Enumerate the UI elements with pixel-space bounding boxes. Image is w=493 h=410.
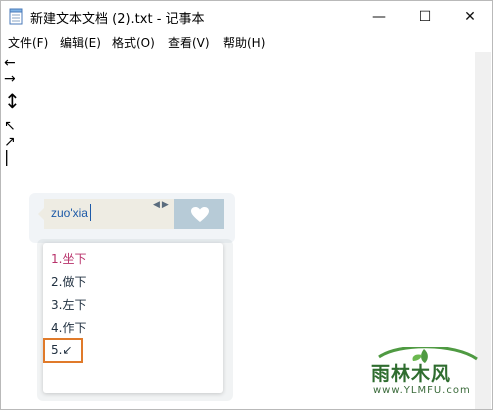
title-bar[interactable]: 新建文本文档 (2).txt - 记事本 — ☐ ✕ xyxy=(1,1,492,32)
text-line-1: ← xyxy=(4,55,16,71)
text-line-4: ↖ xyxy=(4,118,16,134)
ime-page-arrows[interactable]: ◀▶ xyxy=(153,200,171,210)
notepad-icon xyxy=(9,8,23,25)
watermark-url: www.YLMFU.com xyxy=(373,385,471,396)
candidate-highlight-box xyxy=(43,338,83,363)
minimize-icon: — xyxy=(372,8,386,25)
notepad-window: 新建文本文档 (2).txt - 记事本 — ☐ ✕ 文件(F) 编辑(E) 格… xyxy=(0,0,493,410)
menu-help[interactable]: 帮助(H) xyxy=(223,34,265,51)
minimize-button[interactable]: — xyxy=(356,1,402,32)
candidate-item-4[interactable]: 4.作下 xyxy=(51,319,86,336)
text-line-3: ↕ xyxy=(4,89,21,113)
watermark-name: 雨林木风 xyxy=(371,363,452,385)
text-line-6: | xyxy=(4,147,10,166)
text-line-2: → xyxy=(4,71,16,87)
window-title: 新建文本文档 (2).txt - 记事本 xyxy=(30,12,205,27)
maximize-icon: ☐ xyxy=(418,8,432,25)
menu-format[interactable]: 格式(O) xyxy=(112,34,155,51)
candidate-item-1[interactable]: 1.坐下 xyxy=(51,250,86,267)
menu-edit[interactable]: 编辑(E) xyxy=(60,34,101,51)
menu-file[interactable]: 文件(F) xyxy=(8,34,48,51)
menu-view[interactable]: 查看(V) xyxy=(168,34,210,51)
close-button[interactable]: ✕ xyxy=(447,1,493,32)
heart-icon[interactable] xyxy=(191,207,209,223)
menu-bar: 文件(F) 编辑(E) 格式(O) 查看(V) 帮助(H) xyxy=(1,32,492,52)
maximize-button[interactable]: ☐ xyxy=(402,1,448,32)
ime-composition-text: zuo'xia xyxy=(51,206,88,220)
close-icon: ✕ xyxy=(464,8,476,25)
candidate-item-3[interactable]: 3.左下 xyxy=(51,296,86,313)
ime-caret xyxy=(90,204,91,221)
candidate-item-2[interactable]: 2.做下 xyxy=(51,273,86,290)
